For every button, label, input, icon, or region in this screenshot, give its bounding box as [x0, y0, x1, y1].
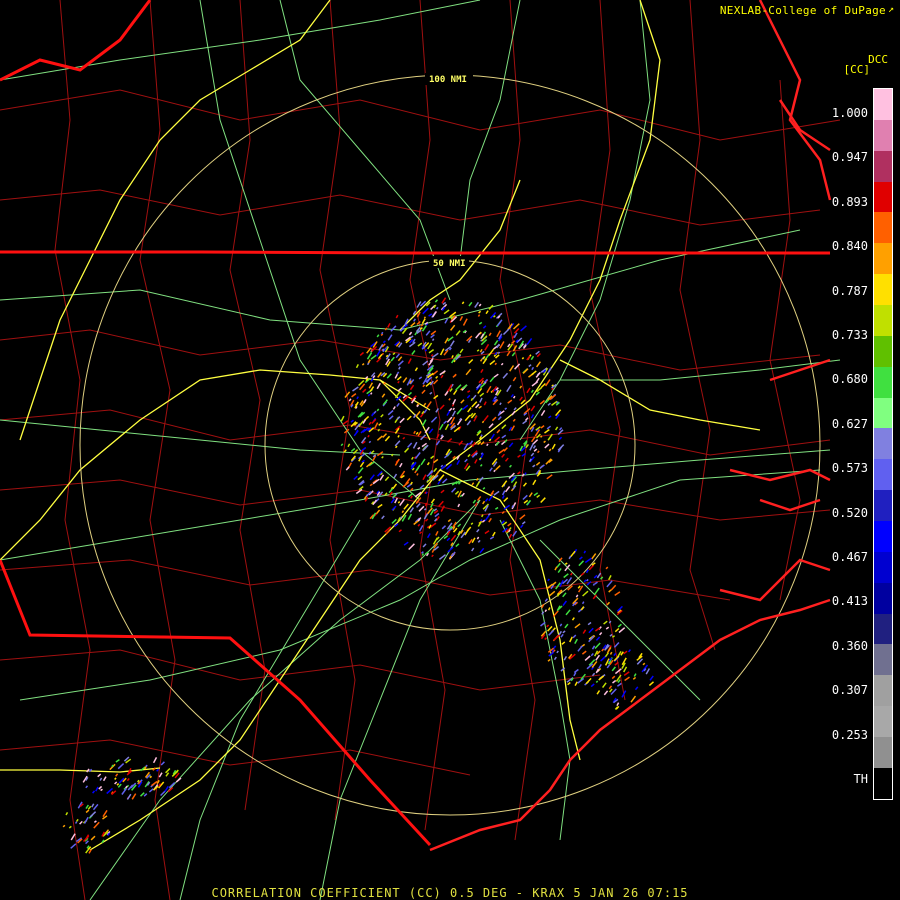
color-scale-tick: 1.000	[831, 106, 868, 120]
color-scale-segment	[874, 212, 892, 244]
color-scale-tick: 0.413	[831, 594, 868, 609]
color-scale-tick: 0.253	[831, 727, 868, 742]
color-scale-tick: 0.573	[831, 461, 868, 476]
radar-echo	[581, 601, 585, 605]
unit-label: [CC]	[843, 63, 871, 76]
color-scale-tick: TH	[853, 772, 868, 786]
radar-echo	[477, 314, 481, 317]
radar-echo	[397, 501, 401, 504]
color-scale-tick: 0.360	[831, 638, 868, 653]
radar-echo	[494, 362, 497, 366]
color-scale-tick: 0.787	[831, 283, 868, 298]
radar-echo	[149, 775, 153, 779]
radar-echo	[431, 338, 435, 341]
color-scale-tick: 0.680	[831, 372, 868, 387]
radar-echo	[145, 764, 148, 768]
radar-echo	[583, 550, 587, 554]
color-scale-segment	[874, 366, 892, 398]
color-scale-tick: 0.840	[831, 239, 868, 254]
color-scale-segment	[874, 274, 892, 306]
color-scale-segment	[874, 89, 892, 120]
radar-map[interactable]: 100 NMI 50 NMI	[0, 0, 900, 900]
credit-label: NEXLAB-College of DuPage	[719, 4, 886, 17]
radar-echo	[423, 508, 427, 511]
color-scale-segment	[874, 706, 892, 738]
color-scale-tick: 0.893	[831, 194, 868, 209]
radar-echo	[385, 354, 389, 358]
color-scale-segment	[874, 119, 892, 151]
radar-echo	[521, 357, 525, 360]
radar-echo	[368, 440, 372, 444]
radar-echo	[423, 316, 427, 319]
color-scale-tick: 0.627	[831, 416, 868, 431]
radar-echo	[448, 398, 451, 401]
color-scale-tick: 0.307	[831, 683, 868, 698]
color-scale-tick: 0.467	[831, 550, 868, 564]
radar-echo	[380, 333, 384, 336]
radar-echo	[595, 680, 599, 684]
radar-echo	[416, 473, 419, 476]
radar-echo	[499, 402, 502, 406]
radar-echo	[551, 649, 554, 653]
range-ring-label-50: 50 NMI	[433, 259, 466, 269]
color-scale-segment	[874, 335, 892, 367]
radar-echo	[486, 443, 489, 447]
color-scale-segment	[874, 243, 892, 275]
radar-echo	[424, 349, 428, 352]
range-ring-label-100: 100 NMI	[429, 75, 467, 85]
color-scale-segment	[874, 490, 892, 522]
color-scale-segment	[874, 737, 892, 768]
product-footer: CORRELATION COEFFICIENT (CC) 0.5 DEG - K…	[211, 886, 689, 900]
radar-echo	[74, 821, 78, 824]
color-scale-segment	[874, 613, 892, 645]
radar-echo	[480, 519, 483, 522]
color-scale-bar	[873, 88, 893, 800]
radar-echo	[114, 777, 117, 780]
color-scale-tick: 0.733	[831, 328, 868, 342]
product-code: DCC	[868, 53, 888, 66]
color-scale-segment	[874, 582, 892, 614]
color-scale-segment	[874, 767, 892, 799]
color-scale-tick: 0.947	[831, 150, 868, 165]
radar-echo	[524, 472, 527, 475]
color-scale-segment	[874, 397, 892, 429]
radar-echo	[476, 536, 480, 540]
radar-echo	[381, 331, 384, 335]
color-scale-segment	[874, 675, 892, 707]
color-scale-segment	[874, 459, 892, 491]
radar-echo	[511, 505, 514, 508]
radar-echo	[367, 434, 370, 438]
color-scale-segment	[874, 181, 892, 213]
radar-echo	[497, 351, 501, 355]
radar-echo	[391, 453, 394, 457]
radar-echo	[540, 435, 543, 438]
color-scale-tick: 0.520	[831, 505, 868, 520]
radar-echo	[481, 420, 485, 424]
radar-echo	[424, 491, 427, 494]
radar-echo	[137, 779, 140, 783]
color-scale-segment	[874, 551, 892, 583]
color-scale-segment	[874, 428, 892, 460]
radar-echo	[481, 514, 484, 518]
radar-echo	[592, 583, 596, 586]
radar-echo	[488, 438, 492, 442]
radar-echo	[421, 553, 425, 556]
external-link-icon[interactable]: ↗	[888, 5, 898, 15]
radar-echo	[370, 392, 373, 395]
color-scale-segment	[874, 150, 892, 182]
radar-echo	[397, 434, 400, 438]
color-scale-segment	[874, 644, 892, 676]
color-scale-segment	[874, 521, 892, 552]
color-scale-segment	[874, 305, 892, 336]
radar-echo	[381, 348, 385, 351]
